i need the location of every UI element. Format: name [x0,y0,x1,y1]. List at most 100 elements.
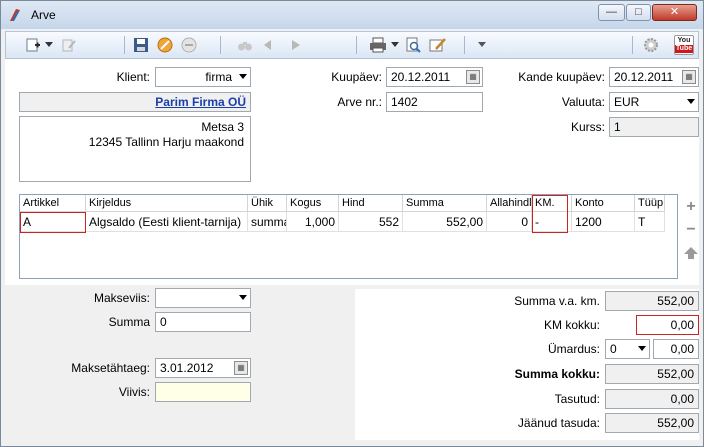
km-kokku-field[interactable]: 0,00 [636,315,699,335]
table-cell[interactable]: 0 [487,212,532,232]
binoculars-icon[interactable] [236,36,254,54]
chevron-down-icon [687,99,695,104]
add-row-icon[interactable]: + [683,198,699,215]
summa-label: Summa [108,315,150,329]
app-logo-icon [10,9,20,21]
kurss-field: 1 [609,117,699,137]
column-header[interactable]: Tüüp [635,195,665,212]
valuuta-select[interactable]: EUR [609,92,699,112]
edit-icon[interactable] [60,36,78,54]
makseviis-select[interactable] [155,288,251,308]
table-cell[interactable]: 1,000 [287,212,339,232]
save-icon[interactable] [132,36,150,54]
column-header[interactable]: Artikkel [20,195,86,212]
summa-kokku-field: 552,00 [605,364,699,384]
sign-icon[interactable] [428,36,448,54]
kuupaev-label: Kuupäev: [331,70,382,84]
toolbar-separator [124,36,125,54]
print-dropdown-icon[interactable] [390,36,400,54]
youtube-icon[interactable]: You Tube [674,35,694,55]
address-line-2: 12345 Tallinn Harju maakond [88,135,244,149]
column-header[interactable]: Kogus [287,195,339,212]
minimize-button[interactable]: — [598,4,625,21]
calendar-icon[interactable]: ▦ [682,70,696,84]
invoice-form: Klient: firma Parim Firma OÜ Metsa 3 123… [5,59,699,444]
umardus-field[interactable]: 0,00 [653,339,699,359]
column-header[interactable]: Konto [572,195,635,212]
table-cell[interactable]: 552 [339,212,403,232]
print-icon[interactable] [368,36,388,54]
add-dropdown-icon[interactable] [44,36,54,54]
cancel-icon[interactable] [156,36,174,54]
toolbar-separator [632,36,633,54]
delete-icon[interactable] [180,36,198,54]
klient-type-select[interactable]: firma [155,67,251,87]
table-cell[interactable]: Algsaldo (Eesti klient-tarnija) [86,212,248,232]
calendar-icon[interactable]: ▦ [234,361,248,375]
summa-va-km-field: 552,00 [605,291,699,311]
validation-highlight [532,195,568,233]
column-header[interactable]: Ühik [248,195,287,212]
arve-nr-label: Arve nr.: [337,95,382,109]
toolbar-separator [220,36,221,54]
valuuta-label: Valuuta: [561,95,605,109]
kande-kuupaev-field[interactable]: 20.12.2011 ▦ [609,67,699,87]
toolbar: You Tube [5,31,699,59]
table-cell[interactable]: 1200 [572,212,635,232]
preview-icon[interactable] [404,36,422,54]
kuupaev-field[interactable]: 20.12.2011 ▦ [386,67,483,87]
add-icon[interactable] [24,36,42,54]
arve-nr-field[interactable]: 1402 [386,92,483,112]
klient-label: Klient: [116,70,150,84]
company-link[interactable]: Parim Firma OÜ [155,95,246,109]
km-kokku-label: KM kokku: [543,318,600,332]
kande-kuupaev-label: Kande kuupäev: [518,70,605,84]
tasutud-label: Tasutud: [554,392,600,406]
payment-panel: Makseviis: Summa 0 Maksetähtaeg: 3.01.20… [5,285,699,444]
move-up-icon[interactable] [683,245,699,261]
summa-field[interactable]: 0 [155,312,251,332]
invoice-lines-table: Artikkel Kirjeldus Ühik Kogus Hind Summa… [19,194,678,279]
address-field[interactable]: Metsa 3 12345 Tallinn Harju maakond [19,116,251,182]
title-bar: Arve — □ ✕ [1,1,703,29]
previous-icon[interactable] [262,36,274,54]
company-name-field: Parim Firma OÜ [19,92,251,112]
chevron-down-icon [239,74,247,79]
window-title: Arve [31,8,56,22]
address-line-1: Metsa 3 [201,120,244,134]
next-icon[interactable] [290,36,302,54]
chevron-down-icon [638,346,646,351]
table-cell[interactable]: T [635,212,665,232]
viivis-field[interactable] [155,382,251,402]
totals-panel: Summa v.a. km. 552,00 KM kokku: 0,00 Üma… [355,289,699,440]
toolbar-separator [356,36,357,54]
table-cell[interactable]: summa [248,212,287,232]
summa-va-km-label: Summa v.a. km. [514,294,600,308]
close-button[interactable]: ✕ [652,4,697,21]
more-dropdown-icon[interactable] [476,36,488,54]
viivis-label: Viivis: [118,385,150,399]
umardus-label: Ümardus: [547,342,600,356]
jaanud-tasuda-label: Jäänud tasuda: [517,416,600,430]
remove-row-icon[interactable]: − [683,221,699,238]
kurss-label: Kurss: [570,120,605,134]
column-header[interactable]: Kirjeldus [86,195,248,212]
makseviis-label: Makseviis: [93,291,150,305]
maksetahtaeg-label: Maksetähtaeg: [71,361,150,375]
tasutud-field: 0,00 [605,389,699,409]
maximize-button[interactable]: □ [626,4,651,21]
column-header[interactable]: Allahindlus [487,195,532,212]
toolbar-separator [464,36,465,54]
maksetahtaeg-field[interactable]: 3.01.2012 ▦ [155,358,251,378]
summa-kokku-label: Summa kokku: [514,367,600,381]
validation-highlight [20,212,86,233]
table-cell[interactable]: 552,00 [403,212,487,232]
umardus-select[interactable]: 0 [605,339,650,359]
invoice-window: Arve — □ ✕ You Tube Klient: firma Parim … [0,0,704,447]
jaanud-tasuda-field: 552,00 [605,413,699,433]
settings-gear-icon[interactable] [642,36,660,54]
calendar-icon[interactable]: ▦ [466,70,480,84]
column-header[interactable]: Summa [403,195,487,212]
chevron-down-icon [239,295,247,300]
column-header[interactable]: Hind [339,195,403,212]
